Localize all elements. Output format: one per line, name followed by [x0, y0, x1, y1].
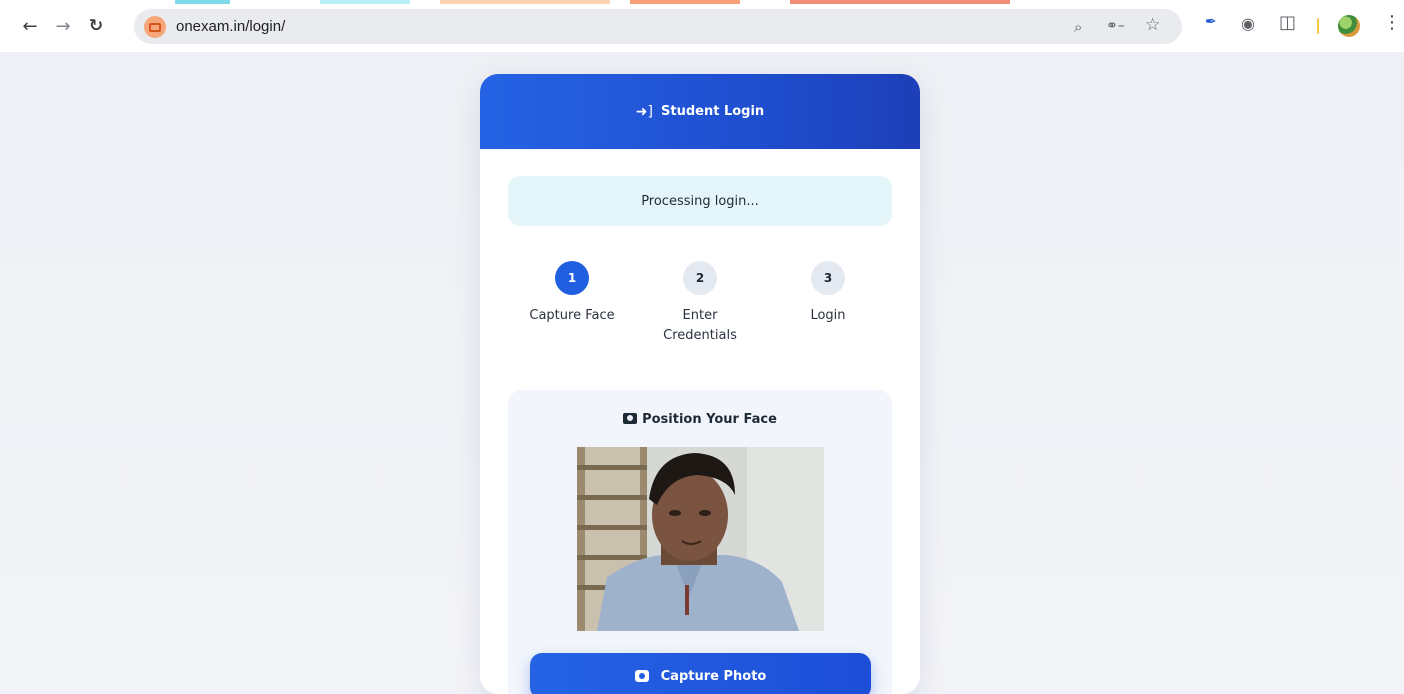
face-section-title: Position Your Face — [508, 412, 892, 427]
step-capture-face: 1 Capture Face — [517, 261, 627, 326]
webcam-preview — [577, 447, 824, 631]
step-login: 3 Login — [773, 261, 883, 326]
url-text[interactable]: onexam.in/login/ — [176, 18, 285, 35]
address-bar[interactable]: onexam.in/login/ ⌕ ⚭– ☆ — [134, 9, 1182, 44]
toolbar-divider — [1317, 18, 1319, 34]
decorative-stripe — [790, 0, 1010, 4]
status-text: Processing login... — [641, 193, 759, 209]
step-number-badge: 2 — [683, 261, 717, 295]
zoom-icon[interactable]: ⌕ — [1074, 18, 1082, 36]
card-title: Student Login — [661, 104, 765, 119]
step-enter-credentials: 2 Enter Credentials — [645, 261, 755, 346]
step-number-badge: 3 — [811, 261, 845, 295]
step-label: Enter Credentials — [663, 308, 737, 343]
puzzle-extension-icon[interactable]: ◫ — [1279, 12, 1296, 33]
reload-icon[interactable]: ↻ — [84, 14, 108, 38]
menu-kebab-icon[interactable]: ⋮ — [1383, 12, 1401, 33]
capture-photo-button[interactable]: Capture Photo — [530, 653, 871, 694]
page-background: ➜] Student Login Processing login... 1 C… — [0, 52, 1404, 694]
camera-icon — [634, 670, 649, 682]
login-card: ➜] Student Login Processing login... 1 C… — [480, 74, 920, 694]
face-capture-panel: Position Your Face — [508, 390, 892, 694]
card-header: ➜] Student Login — [480, 74, 920, 149]
decorative-stripe — [440, 0, 610, 4]
login-arrow-icon: ➜] — [635, 103, 653, 120]
forward-arrow-icon[interactable]: → — [51, 14, 75, 38]
site-favicon-icon[interactable] — [144, 16, 166, 38]
camera-extension-icon[interactable]: ◉ — [1241, 14, 1255, 33]
step-label: Login — [810, 308, 846, 323]
status-message: Processing login... — [508, 176, 892, 226]
password-key-icon[interactable]: ⚭– — [1106, 18, 1125, 34]
profile-avatar-icon[interactable] — [1338, 15, 1360, 37]
pen-extension-icon[interactable]: ✒ — [1205, 14, 1217, 30]
bookmark-star-icon[interactable]: ☆ — [1145, 15, 1160, 35]
decorative-stripe — [320, 0, 410, 4]
face-section-title-text: Position Your Face — [642, 412, 777, 427]
camera-icon — [623, 413, 638, 424]
decorative-stripe — [175, 0, 230, 4]
decorative-stripe — [630, 0, 740, 4]
webcam-frame-image — [577, 447, 824, 631]
step-number-badge: 1 — [555, 261, 589, 295]
capture-photo-label: Capture Photo — [660, 668, 767, 684]
browser-toolbar: ← → ↻ onexam.in/login/ ⌕ ⚭– ☆ ✒ ◉ ◫ ⋮ — [0, 0, 1404, 52]
step-label: Capture Face — [529, 308, 615, 323]
back-arrow-icon[interactable]: ← — [18, 14, 42, 38]
